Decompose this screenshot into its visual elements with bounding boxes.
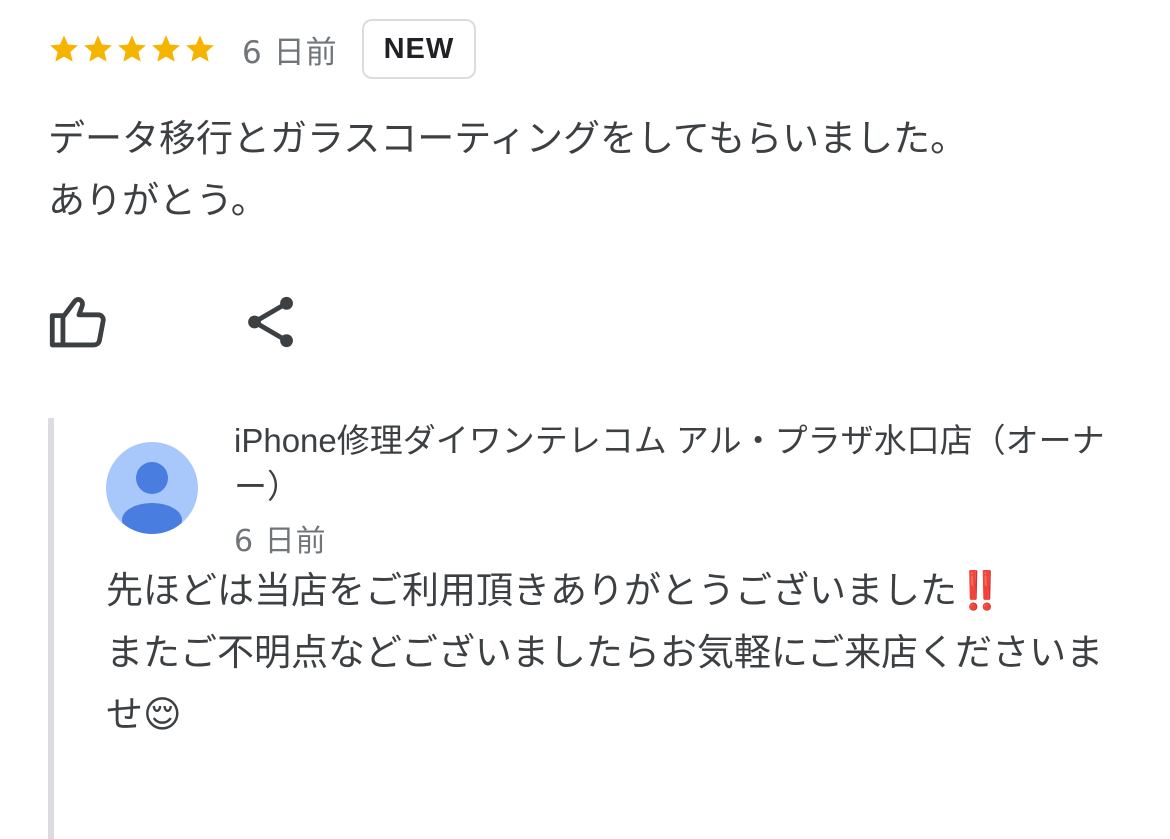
star-icon: [186, 35, 214, 62]
like-button[interactable]: [48, 290, 112, 354]
owner-name: iPhone修理ダイワンテレコム アル・プラザ水口店（オーナー）: [234, 422, 1105, 505]
person-icon: [122, 462, 182, 534]
new-badge: NEW: [361, 19, 477, 79]
star-icon: [84, 35, 112, 62]
star-icon: [50, 35, 78, 62]
review-date: 6 日前: [242, 34, 338, 71]
owner-reply: iPhone修理ダイワンテレコム アル・プラザ水口店（オーナー） 6 日前 先ほ…: [48, 418, 1134, 839]
star-rating: [48, 33, 216, 65]
thumbs-up-icon: [49, 297, 106, 348]
reply-text: 先ほどは当店をご利用頂きありがとうございました‼️ またご不明点などございました…: [106, 569, 1104, 736]
review-text: データ移行とガラスコーティングをしてもらいました。 ありがとう。: [48, 117, 968, 222]
review-header: 6 日前 NEW: [48, 16, 477, 82]
share-button[interactable]: [238, 290, 302, 354]
reply-date: 6 日前: [234, 524, 327, 559]
share-icon: [248, 296, 293, 348]
star-icon: [118, 35, 146, 62]
star-icon: [152, 35, 180, 62]
owner-avatar: [106, 442, 198, 534]
